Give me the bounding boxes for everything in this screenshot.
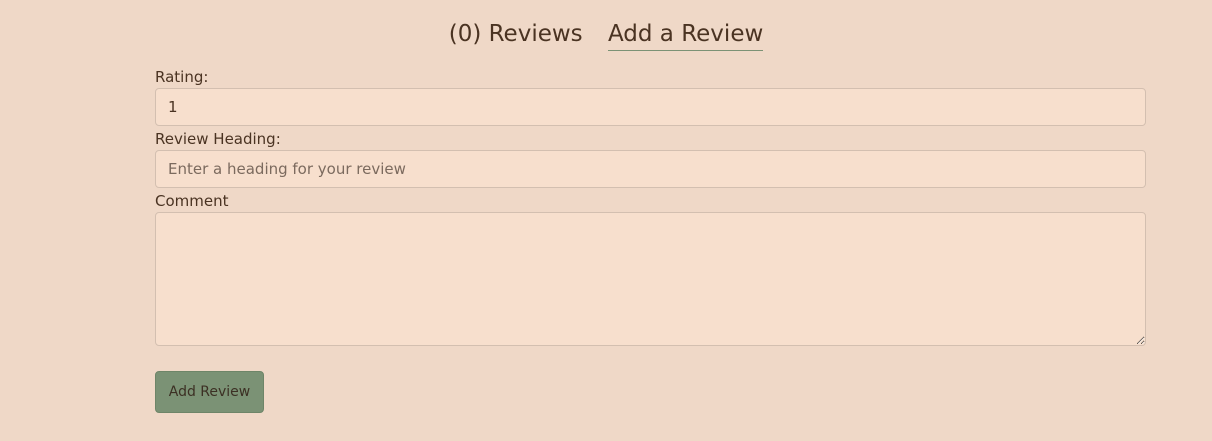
tab-add-review[interactable]: Add a Review — [607, 20, 764, 51]
comment-label: Comment — [155, 192, 229, 210]
comment-textarea[interactable] — [155, 212, 1146, 346]
add-review-form: Rating: Review Heading: Comment — [155, 68, 1146, 350]
tab-reviews[interactable]: (0) Reviews — [449, 18, 583, 50]
review-heading-field[interactable] — [155, 150, 1146, 188]
review-heading-label: Review Heading: — [155, 130, 281, 148]
review-tabs: (0) Reviews Add a Review — [0, 18, 1212, 51]
rating-label: Rating: — [155, 68, 209, 86]
add-review-button[interactable]: Add Review — [155, 371, 264, 413]
rating-field[interactable] — [155, 88, 1146, 126]
